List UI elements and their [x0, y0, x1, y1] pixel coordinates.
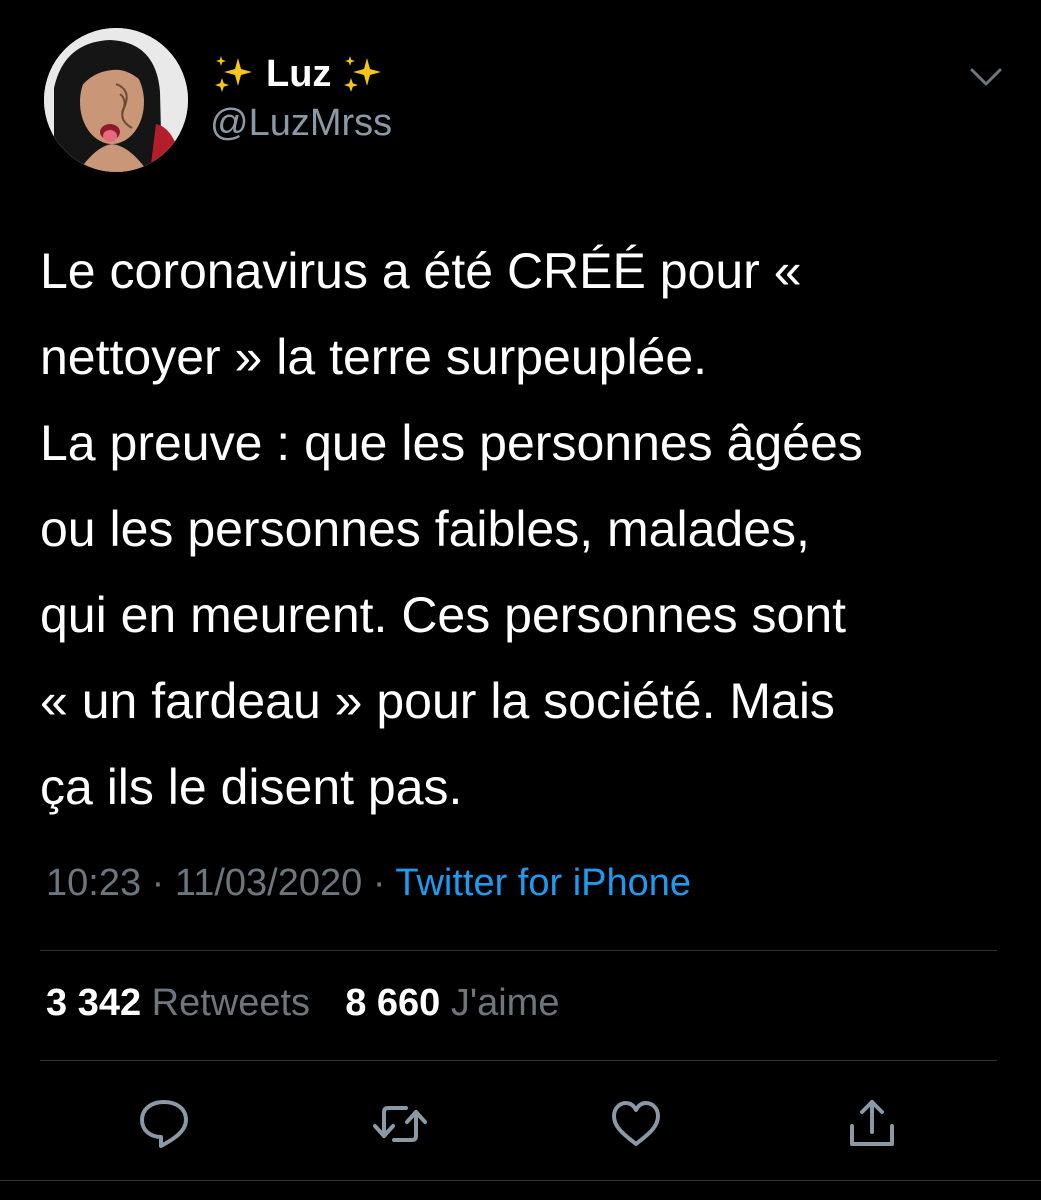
chevron-down-icon[interactable]: [966, 60, 1006, 94]
avatar-image: [44, 28, 188, 172]
heart-icon[interactable]: [608, 1096, 664, 1152]
meta-separator: ·: [372, 862, 386, 904]
retweets-stat[interactable]: 3 342 Retweets: [46, 982, 321, 1024]
tweet-date[interactable]: 11/03/2020: [175, 862, 362, 904]
tweet-metadata: 10:23 · 11/03/2020 · Twitter for iPhone: [46, 862, 691, 905]
tweet-actions: [0, 1096, 1041, 1152]
tweet-text-line: nettoyer » la terre surpeuplée.: [40, 329, 708, 385]
retweets-label: Retweets: [151, 982, 311, 1024]
author-display-name: Luz: [266, 52, 332, 95]
tweet-text-line: Le coronavirus a été CRÉÉ pour «: [40, 243, 802, 299]
sparkles-icon: [215, 56, 252, 92]
likes-label: J'aime: [450, 982, 560, 1024]
reply-icon[interactable]: [136, 1096, 192, 1152]
avatar[interactable]: [44, 28, 188, 172]
sparkles-icon: [344, 56, 382, 92]
divider: [40, 1060, 997, 1061]
tweet-stats: 3 342 Retweets 8 660 J'aime: [46, 982, 559, 1025]
tweet-time[interactable]: 10:23: [46, 862, 141, 904]
tweet-text-line: La preuve : que les personnes âgées: [40, 415, 863, 471]
divider: [0, 1180, 1041, 1181]
tweet-text-line: « un fardeau » pour la société. Mais: [40, 673, 835, 729]
tweet-detail: Luz @LuzMrss Le coronavirus a été CRÉÉ p…: [0, 0, 1041, 1200]
author-name-row[interactable]: Luz: [212, 48, 385, 100]
tweet-text: Le coronavirus a été CRÉÉ pour « nettoye…: [40, 228, 1000, 830]
tweet-text-line: ou les personnes faibles, malades,: [40, 501, 810, 557]
author-handle[interactable]: @LuzMrss: [210, 102, 392, 145]
tweet-text-line: qui en meurent. Ces personnes sont: [40, 587, 847, 643]
retweet-icon[interactable]: [372, 1096, 428, 1152]
tweet-source-link[interactable]: Twitter for iPhone: [395, 862, 691, 904]
likes-count: 8 660: [345, 982, 441, 1024]
likes-stat[interactable]: 8 660 J'aime: [345, 982, 559, 1024]
share-icon[interactable]: [844, 1096, 900, 1152]
tweet-text-line: ça ils le disent pas.: [40, 759, 463, 815]
meta-separator: ·: [151, 862, 165, 904]
retweets-count: 3 342: [46, 982, 142, 1024]
divider: [40, 950, 997, 951]
